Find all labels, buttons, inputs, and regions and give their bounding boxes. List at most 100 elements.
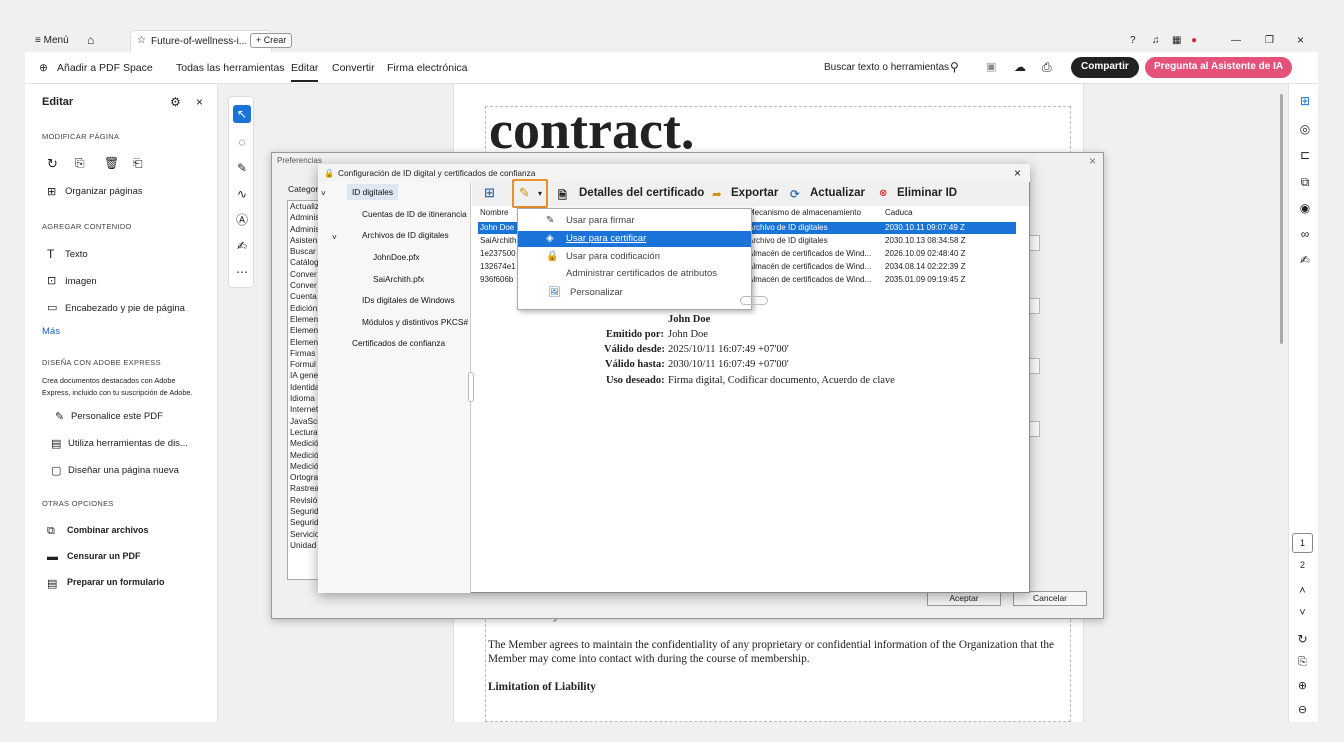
- category-item[interactable]: Segurid: [288, 506, 322, 517]
- page-up-icon[interactable]: ˄: [1292, 582, 1313, 602]
- add-pdf-space-button[interactable]: Añadir a PDF Space: [57, 62, 153, 74]
- expand-icon[interactable]: ˅: [332, 232, 337, 242]
- sign-icon[interactable]: ✍: [233, 237, 251, 255]
- menu-use-encrypt[interactable]: 🔒 Usar para codificación: [518, 249, 751, 265]
- cloud-upload-icon[interactable]: ☁: [1014, 60, 1026, 74]
- settings-icon[interactable]: ⚙: [170, 95, 181, 109]
- minimize-icon[interactable]: —: [1231, 35, 1241, 46]
- new-tab-button[interactable]: + Crear: [250, 33, 293, 48]
- column-expires[interactable]: Caduca: [885, 208, 913, 217]
- extract-icon[interactable]: ⎘: [75, 156, 85, 171]
- zoom-out-icon[interactable]: ⊖: [1292, 701, 1313, 721]
- category-item[interactable]: Adminis: [288, 212, 322, 223]
- text-box-icon[interactable]: Ⓐ: [233, 211, 251, 229]
- category-item[interactable]: Internet: [288, 404, 322, 415]
- combine-files[interactable]: Combinar archivos: [67, 525, 149, 535]
- splitter-handle[interactable]: [468, 372, 474, 402]
- dialog-close-icon[interactable]: ×: [1014, 164, 1021, 182]
- redact-pdf[interactable]: Censurar un PDF: [67, 551, 141, 561]
- column-name[interactable]: Nombre: [480, 208, 508, 217]
- document-heading[interactable]: contract.: [489, 98, 694, 150]
- category-item[interactable]: Conver: [288, 269, 322, 280]
- export-button[interactable]: Exportar: [731, 187, 778, 199]
- select-icon[interactable]: ↖: [233, 105, 251, 123]
- layers-rail-icon[interactable]: ◉: [1297, 201, 1313, 215]
- category-item[interactable]: Servicio: [288, 529, 322, 540]
- menu-use-certify[interactable]: ◈ Usar para certificar: [518, 231, 751, 247]
- fit-page-icon[interactable]: ⎘: [1292, 653, 1313, 673]
- category-item[interactable]: Buscar: [288, 246, 322, 257]
- organize-pages[interactable]: Organizar páginas: [65, 186, 143, 197]
- category-item[interactable]: Lectura: [288, 427, 322, 438]
- category-item[interactable]: Adminis: [288, 224, 322, 235]
- share-button[interactable]: Compartir: [1071, 57, 1139, 78]
- delete-icon[interactable]: 🗑: [104, 156, 119, 170]
- category-item[interactable]: JavaSci: [288, 416, 322, 427]
- category-item[interactable]: Formul: [288, 359, 322, 370]
- apps-icon[interactable]: ▦: [1172, 35, 1181, 46]
- all-tools-tab[interactable]: Todas las herramientas: [176, 62, 285, 74]
- add-id-icon[interactable]: ⊞: [484, 185, 495, 201]
- category-item[interactable]: Ortogra: [288, 472, 322, 483]
- draw-icon[interactable]: ✎: [233, 159, 251, 177]
- signature-rail-icon[interactable]: ✍: [1297, 253, 1313, 267]
- tree-id-files[interactable]: Archivos de ID digitales: [362, 230, 449, 240]
- category-item[interactable]: Actualiz: [288, 201, 322, 212]
- personalize-pdf[interactable]: Personalice este PDF: [71, 411, 163, 422]
- certificate-details-button[interactable]: Detalles del certificado: [579, 187, 704, 199]
- menu-button[interactable]: ≡ Menú: [35, 35, 69, 46]
- rotate-icon[interactable]: ↻: [47, 156, 58, 172]
- category-item[interactable]: Elemen: [288, 314, 322, 325]
- category-item[interactable]: Medició: [288, 461, 322, 472]
- pages-rail-icon[interactable]: ⧉: [1297, 175, 1313, 190]
- edit-tab[interactable]: Editar: [291, 62, 319, 82]
- refresh-button[interactable]: Actualizar: [810, 187, 865, 199]
- esign-tab[interactable]: Firma electrónica: [387, 62, 468, 74]
- tree-file-saiarchith[interactable]: SaiArchith.pfx: [373, 274, 424, 284]
- menu-use-sign[interactable]: ✎ Usar para firmar: [518, 213, 751, 229]
- save-icon[interactable]: ▣: [986, 60, 996, 73]
- category-item[interactable]: Firmas: [288, 348, 322, 359]
- page-number-next[interactable]: 2: [1292, 556, 1313, 576]
- search-tools[interactable]: Buscar texto o herramientas: [824, 62, 949, 73]
- tree-windows-ids[interactable]: IDs digitales de Windows: [362, 295, 455, 305]
- insert-icon[interactable]: ⎗: [133, 156, 143, 171]
- tree-roaming[interactable]: Cuentas de ID de itinerancia: [362, 209, 467, 219]
- tree-digital-ids[interactable]: ID digitales: [347, 184, 399, 200]
- category-item[interactable]: Edición: [288, 303, 322, 314]
- category-item[interactable]: Medició: [288, 438, 322, 449]
- category-item[interactable]: Conver: [288, 280, 322, 291]
- scrollbar[interactable]: [1280, 94, 1283, 344]
- preferences-close-icon[interactable]: ×: [1089, 154, 1096, 168]
- home-icon[interactable]: ⌂: [87, 33, 94, 47]
- close-window-icon[interactable]: ×: [1297, 33, 1304, 47]
- expand-icon[interactable]: ˅: [321, 188, 326, 198]
- tree-file-johndoe[interactable]: JohnDoe.pfx: [373, 252, 420, 262]
- category-item[interactable]: IA gene: [288, 370, 322, 381]
- tree-trusted-certs[interactable]: Certificados de confianza: [352, 338, 445, 348]
- comment-icon[interactable]: ◌: [233, 133, 251, 151]
- cancel-button[interactable]: Cancelar: [1013, 591, 1087, 606]
- page-down-icon[interactable]: ˅: [1292, 604, 1313, 624]
- category-item[interactable]: Asisten: [288, 235, 322, 246]
- refresh-icon[interactable]: ↻: [1292, 630, 1313, 650]
- category-item[interactable]: Segurid: [288, 517, 322, 528]
- notification-icon[interactable]: ♫: [1152, 35, 1160, 46]
- usage-options-button[interactable]: ✎ ▾: [512, 179, 548, 208]
- accept-button[interactable]: Aceptar: [927, 591, 1001, 606]
- restore-icon[interactable]: ❐: [1265, 35, 1274, 46]
- more-tools-icon[interactable]: ⋯: [233, 263, 251, 281]
- add-text[interactable]: Texto: [65, 249, 88, 260]
- liability-title[interactable]: Limitation of Liability: [488, 681, 596, 693]
- comments-rail-icon[interactable]: ◎: [1297, 122, 1313, 136]
- category-item[interactable]: Identida: [288, 382, 322, 393]
- more-link[interactable]: Más: [42, 326, 60, 337]
- menu-attribute-certs[interactable]: Administrar certificados de atributos: [518, 266, 751, 282]
- design-tools[interactable]: Utiliza herramientas de dis...: [68, 438, 188, 449]
- scroll-thumb[interactable]: [740, 296, 768, 305]
- category-item[interactable]: Rastrea: [288, 483, 322, 494]
- menu-personalize[interactable]: 🖼 Personalizar: [518, 285, 751, 301]
- category-item[interactable]: Catálog: [288, 257, 322, 268]
- freehand-icon[interactable]: ∿: [233, 185, 251, 203]
- print-icon[interactable]: ⎙: [1042, 60, 1052, 75]
